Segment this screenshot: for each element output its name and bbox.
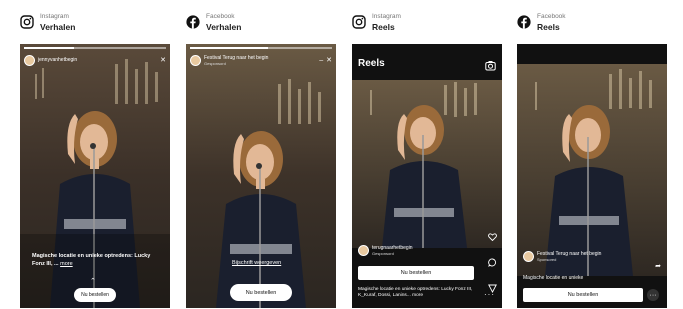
- phone-preview: Festival Terug naar het begin Gesponsord…: [186, 44, 336, 308]
- singer-photo: [20, 44, 170, 308]
- story-progress-bar: [24, 47, 166, 49]
- story-progress-bar: [190, 47, 332, 49]
- close-icon[interactable]: ✕: [160, 56, 166, 64]
- chevron-up-icon: ⌃: [90, 278, 96, 285]
- heart-icon[interactable]: [487, 228, 497, 246]
- comment-icon[interactable]: [487, 254, 497, 272]
- column-facebook-stories: Facebook Verhalen Festival Terug naar he…: [186, 0, 346, 308]
- avatar: [190, 54, 201, 66]
- caption-text: Magische locatie en unieke optredens: Lu…: [32, 253, 151, 267]
- instagram-icon: [352, 15, 366, 29]
- reel-account: Festival Terug naar het begin Sponsored: [523, 248, 663, 264]
- reels-screen-title: Reels: [358, 58, 385, 69]
- story-header: jennyvanhetbegin ✕: [24, 52, 166, 68]
- reel-actions: [486, 228, 498, 298]
- format-label: Reels: [372, 22, 395, 32]
- column-header: Instagram Verhalen: [20, 0, 180, 44]
- instagram-icon: [20, 15, 34, 29]
- column-instagram-reels: Instagram Reels Reels terugnaarhetbegin …: [352, 0, 512, 308]
- column-header: Facebook Verhalen: [186, 0, 346, 44]
- reel-caption: Magische locatie en unieke optredens: Lu…: [358, 287, 476, 299]
- close-icon[interactable]: ✕: [326, 56, 332, 64]
- singer-photo: [517, 64, 667, 276]
- column-header: Instagram Reels: [352, 0, 512, 44]
- format-label: Verhalen: [206, 22, 242, 32]
- sponsored-label: Gesponsord: [204, 60, 226, 66]
- avatar: [24, 54, 35, 66]
- column-instagram-stories: Instagram Verhalen jennyvanhetbegin ✕ Ma…: [20, 0, 180, 308]
- cta-button[interactable]: Nu bestellen: [358, 266, 474, 280]
- story-header: Festival Terug naar het begin Gesponsord…: [190, 52, 332, 68]
- platform-label: Facebook: [537, 13, 566, 20]
- minimize-icon[interactable]: –: [319, 57, 323, 64]
- platform-label: Facebook: [206, 13, 235, 20]
- phone-preview: Festival Terug naar het begin Sponsored …: [517, 44, 667, 308]
- avatar: [523, 250, 534, 262]
- singer-photo: [352, 80, 502, 248]
- share-icon[interactable]: ➦: [655, 262, 661, 270]
- platform-label: Instagram: [40, 13, 69, 20]
- more-link[interactable]: more: [60, 261, 73, 267]
- facebook-icon: [517, 15, 531, 29]
- account-name: jennyvanhetbegin: [38, 57, 78, 63]
- sponsored-label: Gesponsord: [372, 250, 394, 256]
- column-facebook-reels: Facebook Reels Festival Terug naar het b…: [517, 0, 677, 308]
- facebook-icon: [186, 15, 200, 29]
- phone-preview: jennyvanhetbegin ✕ Magische locatie en u…: [20, 44, 170, 308]
- phone-preview: Reels terugnaarhetbegin Gesponsord Nu be…: [352, 44, 502, 308]
- format-label: Verhalen: [40, 22, 76, 32]
- show-caption-link[interactable]: Bijschrift weergeven: [232, 260, 281, 266]
- more-icon[interactable]: ···: [647, 289, 659, 301]
- reel-caption: Magische locatie en unieke: [523, 275, 584, 281]
- more-link[interactable]: more: [412, 293, 423, 298]
- ad-placements-preview: Instagram Verhalen jennyvanhetbegin ✕ Ma…: [0, 0, 683, 309]
- avatar: [358, 244, 369, 256]
- cta-button[interactable]: Nu bestellen: [230, 284, 292, 301]
- platform-label: Instagram: [372, 13, 401, 20]
- camera-icon[interactable]: [485, 58, 496, 71]
- cta-button[interactable]: Nu bestellen: [523, 288, 643, 302]
- cta-button[interactable]: Nu bestellen: [74, 288, 116, 302]
- more-icon[interactable]: ···: [484, 290, 495, 299]
- format-label: Reels: [537, 22, 560, 32]
- singer-photo: [186, 44, 336, 308]
- column-header: Facebook Reels: [517, 0, 677, 44]
- reel-account: terugnaarhetbegin Gesponsord: [358, 242, 498, 258]
- sponsored-label: Sponsored: [537, 256, 557, 262]
- story-caption: Magische locatie en unieke optredens: Lu…: [32, 252, 158, 268]
